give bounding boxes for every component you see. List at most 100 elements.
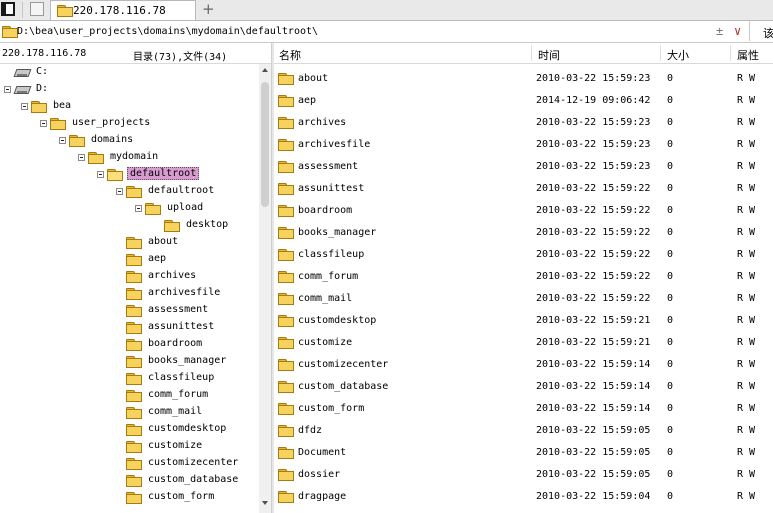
folder-icon — [88, 152, 104, 164]
folder-icon — [278, 73, 294, 85]
collapse-icon[interactable] — [21, 103, 28, 110]
folder-tree-pane: 220.178.116.78 目录(73),文件(34) C: D: bea user… — [0, 43, 271, 513]
scroll-thumb[interactable] — [261, 82, 269, 207]
window-icon[interactable] — [30, 2, 44, 16]
file-attr: R W — [737, 337, 756, 348]
file-name: aep — [298, 95, 317, 106]
column-header: 名称 时间 大小 属性 — [274, 43, 773, 64]
tree-node-label: desktop — [186, 219, 229, 230]
collapse-icon[interactable] — [59, 137, 66, 144]
file-row[interactable]: archives 2010-03-22 15:59:23 0 R W — [274, 112, 773, 134]
file-size: 0 — [667, 491, 674, 502]
tree-node-label: archivesfile — [148, 287, 221, 298]
file-attr: R W — [737, 117, 756, 128]
file-row[interactable]: archivesfile 2010-03-22 15:59:23 0 R W — [274, 134, 773, 156]
folder-icon — [50, 118, 66, 130]
folder-icon — [278, 183, 294, 195]
column-attr[interactable]: 属性 — [737, 47, 759, 63]
column-size[interactable]: 大小 — [667, 47, 689, 63]
tree-node-label: about — [148, 236, 179, 247]
file-name: archives — [298, 117, 347, 128]
chevron-down-icon[interactable]: ∨ — [734, 24, 741, 38]
collapse-icon[interactable] — [4, 86, 11, 93]
tree-node-label: classfileup — [148, 372, 215, 383]
file-size: 0 — [667, 117, 674, 128]
file-row[interactable]: assunittest 2010-03-22 15:59:22 0 R W — [274, 178, 773, 200]
folder-icon — [126, 407, 142, 419]
file-size: 0 — [667, 271, 674, 282]
folder-icon — [69, 135, 85, 147]
file-attr: R W — [737, 469, 756, 480]
file-attr: R W — [737, 381, 756, 392]
tree-node-label: domains — [91, 134, 134, 145]
folder-icon — [2, 26, 18, 38]
folder-icon — [278, 337, 294, 349]
new-tab-button[interactable]: + — [202, 0, 215, 18]
file-row[interactable]: comm_mail 2010-03-22 15:59:22 0 R W — [274, 288, 773, 310]
file-name: dfdz — [298, 425, 323, 436]
drive-icon — [14, 67, 30, 77]
file-row[interactable]: customize 2010-03-22 15:59:21 0 R W — [274, 332, 773, 354]
tree-node-label: assunittest — [148, 321, 215, 332]
tree-node-label: defaultroot — [148, 185, 215, 196]
file-name: books_manager — [298, 227, 377, 238]
file-row[interactable]: dfdz 2010-03-22 15:59:05 0 R W — [274, 420, 773, 442]
folder-icon — [126, 356, 142, 368]
folder-icon — [278, 491, 294, 503]
split-icon[interactable]: ± — [716, 24, 723, 38]
file-time: 2010-03-22 15:59:21 — [536, 315, 651, 326]
folder-icon — [31, 101, 47, 113]
file-row[interactable]: dossier 2010-03-22 15:59:05 0 R W — [274, 464, 773, 486]
file-row[interactable]: books_manager 2010-03-22 15:59:22 0 R W — [274, 222, 773, 244]
file-row[interactable]: assessment 2010-03-22 15:59:23 0 R W — [274, 156, 773, 178]
tree-scrollbar[interactable] — [259, 64, 271, 513]
tree-header: 220.178.116.78 目录(73),文件(34) — [0, 43, 271, 64]
file-size: 0 — [667, 95, 674, 106]
file-time: 2010-03-22 15:59:14 — [536, 403, 651, 414]
file-name: dragpage — [298, 491, 347, 502]
go-button[interactable]: 该 — [763, 25, 773, 41]
folder-icon — [126, 424, 142, 436]
file-row[interactable]: customdesktop 2010-03-22 15:59:21 0 R W — [274, 310, 773, 332]
collapse-icon[interactable] — [116, 188, 123, 195]
file-row[interactable]: comm_forum 2010-03-22 15:59:22 0 R W — [274, 266, 773, 288]
scroll-down-icon[interactable] — [262, 501, 268, 505]
address-input[interactable]: D:\bea\user_projects\domains\mydomain\de… — [0, 21, 750, 41]
tree-node-label: customize — [148, 440, 203, 451]
file-row[interactable]: classfileup 2010-03-22 15:59:22 0 R W — [274, 244, 773, 266]
file-attr: R W — [737, 359, 756, 370]
file-name: custom_form — [298, 403, 365, 414]
file-name: about — [298, 73, 329, 84]
file-row[interactable]: Document 2010-03-22 15:59:05 0 R W — [274, 442, 773, 464]
tab-host[interactable]: 220.178.116.78 — [50, 0, 196, 20]
column-time[interactable]: 时间 — [538, 47, 560, 63]
collapse-icon[interactable] — [135, 205, 142, 212]
collapse-icon[interactable] — [78, 154, 85, 161]
file-row[interactable]: custom_database 2010-03-22 15:59:14 0 R W — [274, 376, 773, 398]
tree-node-label: customdesktop — [148, 423, 227, 434]
file-row[interactable]: about 2010-03-22 15:59:23 0 R W — [274, 68, 773, 90]
folder-icon — [126, 271, 142, 283]
column-name[interactable]: 名称 — [279, 47, 301, 63]
collapse-icon[interactable] — [97, 171, 104, 178]
file-row[interactable]: aep 2014-12-19 09:06:42 0 R W — [274, 90, 773, 112]
file-attr: R W — [737, 315, 756, 326]
toolbar-separator — [22, 2, 23, 18]
folder-icon — [278, 293, 294, 305]
folder-icon — [278, 425, 294, 437]
file-time: 2010-03-22 15:59:23 — [536, 117, 651, 128]
file-attr: R W — [737, 447, 756, 458]
folder-icon — [57, 5, 73, 17]
file-attr: R W — [737, 425, 756, 436]
collapse-icon[interactable] — [40, 120, 47, 127]
file-row[interactable]: dragpage 2010-03-22 15:59:04 0 R W — [274, 486, 773, 508]
file-time: 2010-03-22 15:59:22 — [536, 249, 651, 260]
tree-node-label: assessment — [148, 304, 209, 315]
scroll-up-icon[interactable] — [262, 68, 268, 72]
panel-toggle-icon[interactable] — [1, 2, 15, 16]
file-row[interactable]: customizecenter 2010-03-22 15:59:14 0 R W — [274, 354, 773, 376]
folder-icon — [126, 373, 142, 385]
folder-icon — [278, 95, 294, 107]
file-row[interactable]: boardroom 2010-03-22 15:59:22 0 R W — [274, 200, 773, 222]
file-row[interactable]: custom_form 2010-03-22 15:59:14 0 R W — [274, 398, 773, 420]
